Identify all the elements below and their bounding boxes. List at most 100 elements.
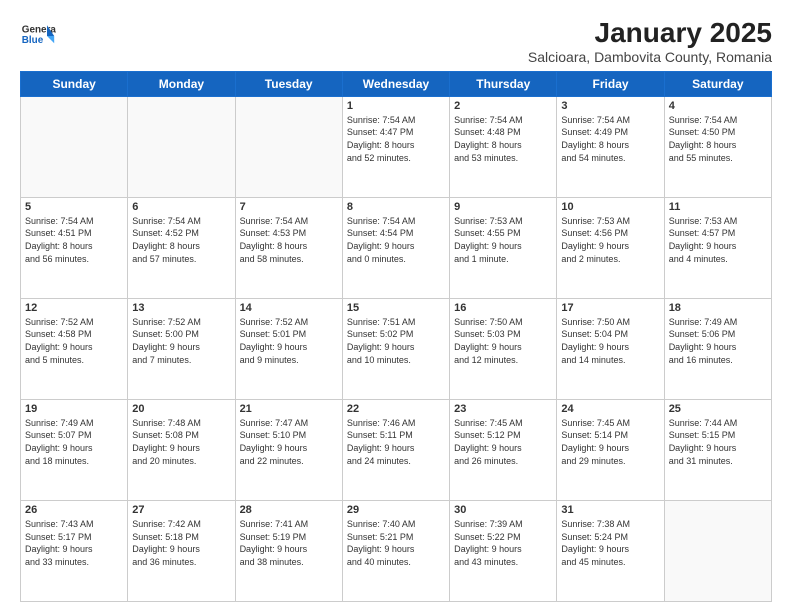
day-number: 16 bbox=[454, 302, 552, 314]
day-number: 17 bbox=[561, 302, 659, 314]
calendar-week-row: 26 Sunrise: 7:43 AM Sunset: 5:17 PM Dayli… bbox=[21, 500, 772, 601]
calendar-cell: 23 Sunrise: 7:45 AM Sunset: 5:12 PM Dayli… bbox=[450, 399, 557, 500]
day-number: 25 bbox=[669, 403, 767, 415]
day-number: 29 bbox=[347, 504, 445, 516]
day-number: 10 bbox=[561, 201, 659, 213]
calendar-header-row: SundayMondayTuesdayWednesdayThursdayFrid… bbox=[21, 71, 772, 96]
day-info: Sunrise: 7:38 AM Sunset: 5:24 PM Dayligh… bbox=[561, 518, 659, 568]
day-info: Sunrise: 7:52 AM Sunset: 5:00 PM Dayligh… bbox=[132, 316, 230, 366]
day-number: 27 bbox=[132, 504, 230, 516]
day-number: 23 bbox=[454, 403, 552, 415]
day-number: 28 bbox=[240, 504, 338, 516]
calendar-cell: 18 Sunrise: 7:49 AM Sunset: 5:06 PM Dayli… bbox=[664, 298, 771, 399]
calendar-week-row: 12Sunrise: 7:52 AM Sunset: 4:58 PM Dayli… bbox=[21, 298, 772, 399]
day-number: 24 bbox=[561, 403, 659, 415]
calendar-cell: 24 Sunrise: 7:45 AM Sunset: 5:14 PM Dayli… bbox=[557, 399, 664, 500]
day-info: Sunrise: 7:42 AM Sunset: 5:18 PM Dayligh… bbox=[132, 518, 230, 568]
calendar-day-header-sunday: Sunday bbox=[21, 71, 128, 96]
day-info: Sunrise: 7:50 AM Sunset: 5:04 PM Dayligh… bbox=[561, 316, 659, 366]
day-info: Sunrise: 7:49 AM Sunset: 5:06 PM Dayligh… bbox=[669, 316, 767, 366]
day-info: Sunrise: 7:44 AM Sunset: 5:15 PM Dayligh… bbox=[669, 417, 767, 467]
calendar-cell: 15 Sunrise: 7:51 AM Sunset: 5:02 PM Dayli… bbox=[342, 298, 449, 399]
title-block: January 2025 Salcioara, Dambovita County… bbox=[528, 18, 772, 65]
day-number: 3 bbox=[561, 100, 659, 112]
day-info: Sunrise: 7:47 AM Sunset: 5:10 PM Dayligh… bbox=[240, 417, 338, 467]
page: General Blue January 2025 Salcioara, Dam… bbox=[0, 0, 792, 612]
calendar-cell: 9Sunrise: 7:53 AM Sunset: 4:55 PM Daylig… bbox=[450, 197, 557, 298]
day-number: 8 bbox=[347, 201, 445, 213]
day-number: 15 bbox=[347, 302, 445, 314]
calendar-cell: 16 Sunrise: 7:50 AM Sunset: 5:03 PM Dayli… bbox=[450, 298, 557, 399]
calendar-week-row: 19 Sunrise: 7:49 AM Sunset: 5:07 PM Dayli… bbox=[21, 399, 772, 500]
calendar-day-header-thursday: Thursday bbox=[450, 71, 557, 96]
calendar-cell: 1Sunrise: 7:54 AM Sunset: 4:47 PM Daylig… bbox=[342, 96, 449, 197]
calendar-cell: 27 Sunrise: 7:42 AM Sunset: 5:18 PM Dayli… bbox=[128, 500, 235, 601]
day-number: 19 bbox=[25, 403, 123, 415]
day-number: 26 bbox=[25, 504, 123, 516]
day-number: 14 bbox=[240, 302, 338, 314]
day-info: Sunrise: 7:45 AM Sunset: 5:14 PM Dayligh… bbox=[561, 417, 659, 467]
day-info: Sunrise: 7:52 AM Sunset: 5:01 PM Dayligh… bbox=[240, 316, 338, 366]
logo: General Blue bbox=[20, 18, 56, 54]
day-number: 30 bbox=[454, 504, 552, 516]
header: General Blue January 2025 Salcioara, Dam… bbox=[20, 18, 772, 65]
page-title: January 2025 bbox=[528, 18, 772, 49]
calendar-day-header-monday: Monday bbox=[128, 71, 235, 96]
calendar-cell: 10 Sunrise: 7:53 AM Sunset: 4:56 PM Dayli… bbox=[557, 197, 664, 298]
day-number: 11 bbox=[669, 201, 767, 213]
day-number: 2 bbox=[454, 100, 552, 112]
calendar-cell: 11 Sunrise: 7:53 AM Sunset: 4:57 PM Dayli… bbox=[664, 197, 771, 298]
day-number: 6 bbox=[132, 201, 230, 213]
day-info: Sunrise: 7:54 AM Sunset: 4:53 PM Dayligh… bbox=[240, 215, 338, 265]
calendar-cell: 17 Sunrise: 7:50 AM Sunset: 5:04 PM Dayli… bbox=[557, 298, 664, 399]
calendar-cell: 20 Sunrise: 7:48 AM Sunset: 5:08 PM Dayli… bbox=[128, 399, 235, 500]
calendar-cell: 22 Sunrise: 7:46 AM Sunset: 5:11 PM Dayli… bbox=[342, 399, 449, 500]
day-info: Sunrise: 7:48 AM Sunset: 5:08 PM Dayligh… bbox=[132, 417, 230, 467]
day-number: 21 bbox=[240, 403, 338, 415]
calendar-cell: 30Sunrise: 7:39 AM Sunset: 5:22 PM Dayli… bbox=[450, 500, 557, 601]
day-info: Sunrise: 7:50 AM Sunset: 5:03 PM Dayligh… bbox=[454, 316, 552, 366]
calendar-cell: 2Sunrise: 7:54 AM Sunset: 4:48 PM Daylig… bbox=[450, 96, 557, 197]
day-info: Sunrise: 7:49 AM Sunset: 5:07 PM Dayligh… bbox=[25, 417, 123, 467]
calendar-cell bbox=[128, 96, 235, 197]
calendar-cell: 25 Sunrise: 7:44 AM Sunset: 5:15 PM Dayli… bbox=[664, 399, 771, 500]
calendar-week-row: 1Sunrise: 7:54 AM Sunset: 4:47 PM Daylig… bbox=[21, 96, 772, 197]
day-number: 20 bbox=[132, 403, 230, 415]
day-info: Sunrise: 7:53 AM Sunset: 4:57 PM Dayligh… bbox=[669, 215, 767, 265]
day-info: Sunrise: 7:43 AM Sunset: 5:17 PM Dayligh… bbox=[25, 518, 123, 568]
day-info: Sunrise: 7:41 AM Sunset: 5:19 PM Dayligh… bbox=[240, 518, 338, 568]
day-number: 9 bbox=[454, 201, 552, 213]
day-info: Sunrise: 7:46 AM Sunset: 5:11 PM Dayligh… bbox=[347, 417, 445, 467]
day-number: 22 bbox=[347, 403, 445, 415]
calendar-cell bbox=[235, 96, 342, 197]
calendar-cell: 19 Sunrise: 7:49 AM Sunset: 5:07 PM Dayli… bbox=[21, 399, 128, 500]
day-number: 7 bbox=[240, 201, 338, 213]
logo-icon: General Blue bbox=[20, 18, 56, 54]
page-subtitle: Salcioara, Dambovita County, Romania bbox=[528, 49, 772, 65]
day-info: Sunrise: 7:54 AM Sunset: 4:49 PM Dayligh… bbox=[561, 114, 659, 164]
svg-text:Blue: Blue bbox=[22, 35, 44, 46]
day-number: 31 bbox=[561, 504, 659, 516]
day-info: Sunrise: 7:51 AM Sunset: 5:02 PM Dayligh… bbox=[347, 316, 445, 366]
calendar-cell: 6Sunrise: 7:54 AM Sunset: 4:52 PM Daylig… bbox=[128, 197, 235, 298]
calendar-day-header-tuesday: Tuesday bbox=[235, 71, 342, 96]
calendar-cell: 5Sunrise: 7:54 AM Sunset: 4:51 PM Daylig… bbox=[21, 197, 128, 298]
calendar-cell: 4Sunrise: 7:54 AM Sunset: 4:50 PM Daylig… bbox=[664, 96, 771, 197]
day-number: 18 bbox=[669, 302, 767, 314]
calendar-cell: 13Sunrise: 7:52 AM Sunset: 5:00 PM Dayli… bbox=[128, 298, 235, 399]
day-info: Sunrise: 7:54 AM Sunset: 4:50 PM Dayligh… bbox=[669, 114, 767, 164]
calendar-day-header-saturday: Saturday bbox=[664, 71, 771, 96]
calendar-cell: 3 Sunrise: 7:54 AM Sunset: 4:49 PM Daylig… bbox=[557, 96, 664, 197]
calendar-cell: 7 Sunrise: 7:54 AM Sunset: 4:53 PM Daylig… bbox=[235, 197, 342, 298]
day-info: Sunrise: 7:53 AM Sunset: 4:56 PM Dayligh… bbox=[561, 215, 659, 265]
calendar-cell: 26 Sunrise: 7:43 AM Sunset: 5:17 PM Dayli… bbox=[21, 500, 128, 601]
calendar-cell: 21 Sunrise: 7:47 AM Sunset: 5:10 PM Dayli… bbox=[235, 399, 342, 500]
day-number: 1 bbox=[347, 100, 445, 112]
day-info: Sunrise: 7:40 AM Sunset: 5:21 PM Dayligh… bbox=[347, 518, 445, 568]
day-info: Sunrise: 7:52 AM Sunset: 4:58 PM Dayligh… bbox=[25, 316, 123, 366]
calendar-day-header-wednesday: Wednesday bbox=[342, 71, 449, 96]
day-number: 5 bbox=[25, 201, 123, 213]
calendar-cell: 12Sunrise: 7:52 AM Sunset: 4:58 PM Dayli… bbox=[21, 298, 128, 399]
calendar-cell bbox=[21, 96, 128, 197]
day-info: Sunrise: 7:45 AM Sunset: 5:12 PM Dayligh… bbox=[454, 417, 552, 467]
